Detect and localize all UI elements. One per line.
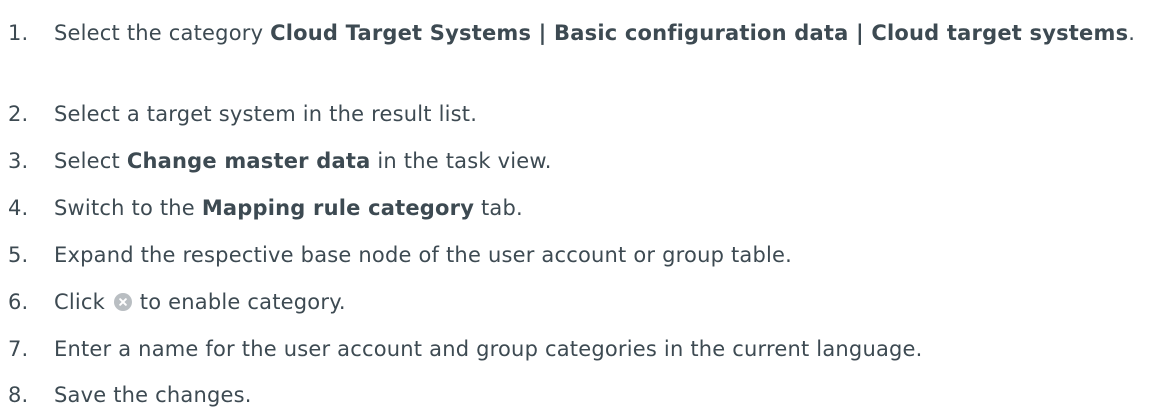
step-number: 5. bbox=[8, 243, 29, 267]
category-path: Cloud Target Systems | Basic configurati… bbox=[270, 21, 1129, 45]
step-text-prefix: Select the category bbox=[54, 21, 271, 45]
step-text: Select Change master data in the task vi… bbox=[54, 146, 1159, 176]
step-text-suffix: to enable category. bbox=[132, 290, 346, 314]
step-text: Select a target system in the result lis… bbox=[54, 102, 478, 126]
tab-name: Mapping rule category bbox=[201, 196, 475, 220]
step-text-suffix: tab. bbox=[474, 196, 523, 220]
cancel-circle-icon bbox=[113, 293, 132, 311]
step-text: Switch to the Mapping rule category tab. bbox=[54, 193, 1159, 223]
step-number: 6. bbox=[8, 290, 29, 314]
step-text-prefix: Select bbox=[54, 149, 127, 173]
step-text: Select the category Cloud Target Systems… bbox=[54, 18, 1159, 48]
step-text: Click to enable category. bbox=[54, 287, 1159, 317]
step-number: 3. bbox=[8, 149, 29, 173]
task-name: Change master data bbox=[126, 149, 371, 173]
step-number: 2. bbox=[8, 102, 29, 126]
step-text-prefix: Click bbox=[54, 290, 112, 314]
step-number: 7. bbox=[8, 337, 29, 361]
step-text: Save the changes. bbox=[54, 383, 252, 407]
step-text: Enter a name for the user account and gr… bbox=[54, 337, 923, 361]
step-text-prefix: Switch to the bbox=[54, 196, 202, 220]
step-number: 8. bbox=[8, 383, 29, 407]
step-number: 1. bbox=[8, 21, 29, 45]
step-text: Expand the respective base node of the u… bbox=[54, 243, 793, 267]
step-text-suffix: . bbox=[1128, 21, 1136, 45]
step-number: 4. bbox=[8, 196, 29, 220]
step-text-suffix: in the task view. bbox=[370, 149, 552, 173]
